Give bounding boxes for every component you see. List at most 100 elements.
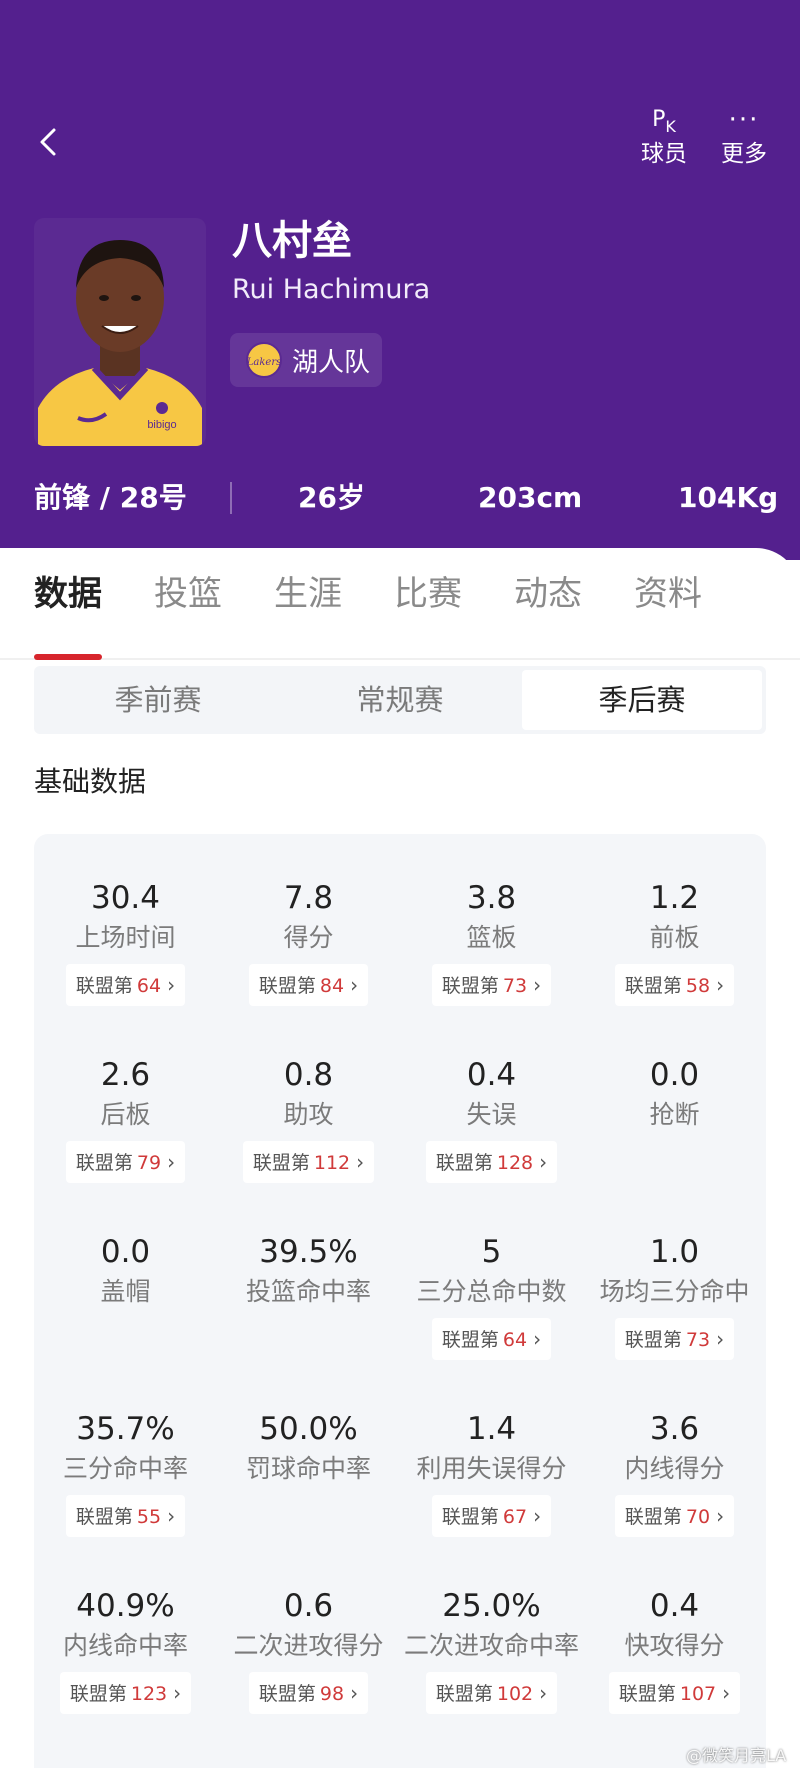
chevron-right-icon: › bbox=[539, 1150, 548, 1174]
stat-label: 后板 bbox=[100, 1100, 151, 1129]
stat-label: 失误 bbox=[466, 1100, 517, 1129]
stat-value: 35.7% bbox=[76, 1411, 175, 1447]
rank-number: 84 bbox=[319, 975, 345, 997]
team-chip[interactable]: Lakers 湖人队 bbox=[230, 333, 382, 387]
chevron-right-icon: › bbox=[167, 1150, 176, 1174]
stat-value: 0.4 bbox=[649, 1588, 700, 1624]
stat-value: 0.0 bbox=[649, 1057, 700, 1093]
league-rank-button[interactable]: 联盟第 64 › bbox=[65, 964, 186, 1006]
rank-prefix: 联盟第 bbox=[618, 1683, 676, 1705]
league-rank-button[interactable]: 联盟第 98 › bbox=[248, 1672, 369, 1714]
league-rank-button[interactable]: 联盟第 102 › bbox=[425, 1672, 558, 1714]
chevron-right-icon: › bbox=[539, 1681, 548, 1705]
tab-games[interactable]: 比赛 bbox=[394, 568, 462, 620]
rank-prefix: 联盟第 bbox=[624, 1329, 682, 1351]
league-rank-button[interactable]: 联盟第 123 › bbox=[59, 1672, 192, 1714]
league-rank-button[interactable]: 联盟第 128 › bbox=[425, 1141, 558, 1183]
tab-divider bbox=[0, 658, 800, 660]
player-photo: bibigo bbox=[38, 240, 202, 446]
rank-prefix: 联盟第 bbox=[252, 1152, 310, 1174]
stat-value: 3.6 bbox=[649, 1411, 700, 1447]
stat-value: 0.6 bbox=[283, 1588, 334, 1624]
rank-prefix: 联盟第 bbox=[435, 1152, 493, 1174]
rank-prefix: 联盟第 bbox=[441, 975, 499, 997]
rank-prefix: 联盟第 bbox=[441, 1329, 499, 1351]
rank-prefix: 联盟第 bbox=[624, 1506, 682, 1528]
chevron-right-icon: › bbox=[716, 973, 725, 997]
tab-profile[interactable]: 资料 bbox=[634, 568, 702, 620]
chevron-right-icon: › bbox=[167, 1504, 176, 1528]
stat-cell: 0.6 二次进攻得分 联盟第 98 › bbox=[217, 1586, 400, 1714]
stat-label: 上场时间 bbox=[75, 923, 176, 952]
stat-value: 50.0% bbox=[259, 1411, 358, 1447]
back-button[interactable] bbox=[36, 122, 62, 162]
chevron-right-icon: › bbox=[716, 1327, 725, 1351]
stat-cell: 3.6 内线得分联盟第 70 › bbox=[583, 1409, 766, 1537]
player-english-name: Rui Hachimura bbox=[232, 274, 431, 305]
tab-career[interactable]: 生涯 bbox=[274, 568, 342, 620]
league-rank-button[interactable]: 联盟第 58 › bbox=[614, 964, 735, 1006]
rank-prefix: 联盟第 bbox=[75, 975, 133, 997]
chevron-right-icon: › bbox=[722, 1681, 731, 1705]
svg-text:Lakers: Lakers bbox=[246, 357, 281, 368]
stat-cell: 0.0 盖帽 bbox=[34, 1232, 217, 1312]
stat-label: 篮板 bbox=[466, 923, 517, 952]
chevron-right-icon: › bbox=[533, 1327, 542, 1351]
stat-value: 7.8 bbox=[283, 880, 334, 916]
content-panel: 数据 投篮 生涯 比赛 动态 资料 季前赛 常规赛 季后赛 基础数据 30.4 上… bbox=[0, 548, 800, 1768]
stat-cell: 30.4 上场时间联盟第 64 › bbox=[34, 878, 217, 1006]
season-segment-control: 季前赛 常规赛 季后赛 bbox=[34, 666, 766, 734]
tab-shooting[interactable]: 投篮 bbox=[154, 568, 222, 620]
basic-stats-grid: 30.4 上场时间 联盟第 64 › 7.8 得分 联盟第 84 › 3.8 篮板 联盟第 73 › 1.2 前… bbox=[34, 834, 766, 1768]
chevron-right-icon: › bbox=[167, 973, 176, 997]
segment-regular-season[interactable]: 常规赛 bbox=[280, 670, 520, 730]
segment-preseason[interactable]: 季前赛 bbox=[38, 670, 278, 730]
rank-number: 107 bbox=[679, 1683, 717, 1705]
pk-icon: PK bbox=[652, 107, 676, 136]
stat-cell: 1.2 前板 联盟第 58 › bbox=[583, 878, 766, 1006]
chevron-right-icon: › bbox=[716, 1504, 725, 1528]
more-button[interactable]: ··· 更多 bbox=[716, 105, 772, 169]
team-name: 湖人队 bbox=[292, 347, 371, 378]
rank-prefix: 联盟第 bbox=[75, 1506, 133, 1528]
tab-news[interactable]: 动态 bbox=[514, 568, 582, 620]
stat-cell: 0.8 助攻 联盟第 112 › bbox=[217, 1055, 400, 1183]
stat-cell: 3.8 篮板 联盟第 73 › bbox=[400, 878, 583, 1006]
stat-label: 场均三分命中 bbox=[599, 1277, 750, 1306]
position-number: 前锋 / 28号 bbox=[34, 481, 187, 514]
league-rank-button[interactable]: 联盟第 107 › bbox=[608, 1672, 741, 1714]
rank-number: 73 bbox=[502, 975, 528, 997]
league-rank-button[interactable]: 联盟第 70 › bbox=[614, 1495, 735, 1537]
stat-value: 0.0 bbox=[100, 1234, 151, 1270]
pk-player-button[interactable]: PK 球员 bbox=[636, 105, 692, 169]
chevron-right-icon: › bbox=[350, 1681, 359, 1705]
stat-label: 盖帽 bbox=[100, 1277, 151, 1306]
league-rank-button[interactable]: 联盟第 67 › bbox=[431, 1495, 552, 1537]
rank-prefix: 联盟第 bbox=[441, 1506, 499, 1528]
league-rank-button[interactable]: 联盟第 64 › bbox=[431, 1318, 552, 1360]
rank-prefix: 联盟第 bbox=[75, 1152, 133, 1174]
segment-playoffs[interactable]: 季后赛 bbox=[522, 670, 762, 730]
stat-cell: 25.0% 二次进攻命中率 联盟第 102 › bbox=[400, 1586, 583, 1714]
tab-stats[interactable]: 数据 bbox=[34, 568, 102, 620]
league-rank-button[interactable]: 联盟第 112 › bbox=[242, 1141, 375, 1183]
league-rank-button[interactable]: 联盟第 55 › bbox=[65, 1495, 186, 1537]
chevron-right-icon: › bbox=[533, 973, 542, 997]
league-rank-button[interactable]: 联盟第 73 › bbox=[614, 1318, 735, 1360]
rank-number: 64 bbox=[136, 975, 162, 997]
stat-cell: 5 三分总命中数 联盟第 64 › bbox=[400, 1232, 583, 1360]
player-weight: 104Kg bbox=[678, 481, 779, 514]
stat-label: 抢断 bbox=[649, 1100, 700, 1129]
stat-value: 30.4 bbox=[90, 880, 161, 916]
stat-value: 5 bbox=[481, 1234, 502, 1270]
stat-value: 1.4 bbox=[466, 1411, 517, 1447]
more-dots-icon: ··· bbox=[728, 105, 760, 135]
league-rank-button[interactable]: 联盟第 73 › bbox=[431, 964, 552, 1006]
league-rank-button[interactable]: 联盟第 79 › bbox=[65, 1141, 186, 1183]
chevron-right-icon: › bbox=[350, 973, 359, 997]
stat-cell: 35.7% 三分命中率 联盟第 55 › bbox=[34, 1409, 217, 1537]
league-rank-button[interactable]: 联盟第 84 › bbox=[248, 964, 369, 1006]
rank-number: 55 bbox=[136, 1506, 162, 1528]
stat-label: 内线得分 bbox=[624, 1454, 725, 1483]
rank-prefix: 联盟第 bbox=[69, 1683, 127, 1705]
